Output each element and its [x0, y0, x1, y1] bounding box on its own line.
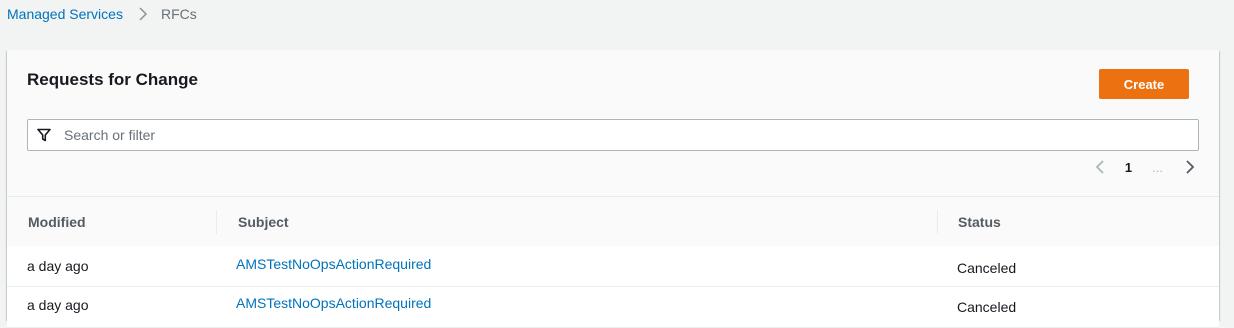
cell-status: Canceled — [957, 299, 1017, 315]
column-header-modified[interactable]: Modified — [28, 197, 86, 246]
column-divider[interactable] — [937, 210, 938, 234]
breadcrumb-current: RFCs — [160, 6, 197, 22]
table-row: a day ago AMSTestNoOpsActionRequired Can… — [7, 246, 1219, 287]
chevron-right-icon — [139, 7, 148, 21]
cell-modified: a day ago — [27, 258, 89, 274]
search-bar[interactable] — [27, 119, 1199, 151]
table-row: a day ago AMSTestNoOpsActionRequired Can… — [7, 287, 1219, 328]
breadcrumb: Managed Services RFCs — [7, 6, 197, 22]
page-number-1[interactable]: 1 — [1125, 160, 1132, 175]
previous-page-button[interactable] — [1093, 159, 1107, 175]
cell-subject-link[interactable]: AMSTestNoOpsActionRequired — [236, 295, 431, 311]
column-header-subject[interactable]: Subject — [238, 197, 289, 246]
cell-status: Canceled — [957, 260, 1017, 276]
panel-title: Requests for Change — [27, 70, 198, 89]
column-divider[interactable] — [216, 210, 217, 234]
cell-subject-link[interactable]: AMSTestNoOpsActionRequired — [236, 256, 431, 272]
chevron-right-icon — [1186, 160, 1195, 174]
rfc-panel: Requests for Change Create 1 ... Modifie… — [7, 50, 1219, 328]
column-header-status[interactable]: Status — [958, 197, 1001, 246]
chevron-left-icon — [1095, 160, 1104, 174]
create-button[interactable]: Create — [1099, 69, 1189, 99]
filter-icon — [37, 128, 51, 142]
pagination-ellipsis: ... — [1152, 159, 1163, 175]
table-header: Modified Subject Status — [7, 196, 1219, 247]
breadcrumb-managed-services-link[interactable]: Managed Services — [7, 6, 123, 22]
search-input[interactable] — [62, 121, 1198, 149]
next-page-button[interactable] — [1183, 159, 1197, 175]
pagination: 1 ... — [1093, 158, 1197, 176]
